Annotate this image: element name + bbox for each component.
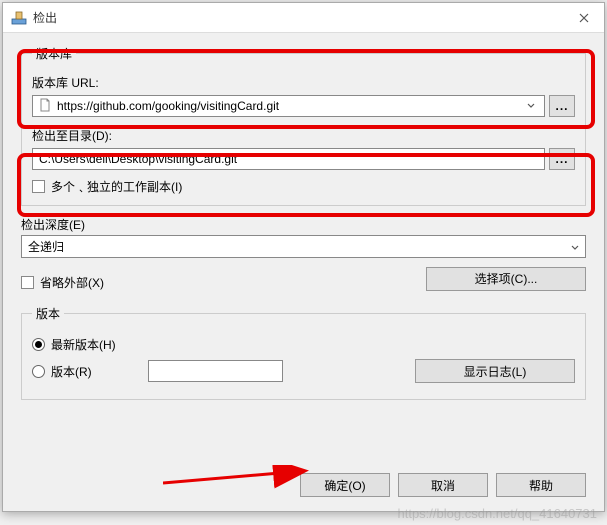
annotation-arrow-icon — [163, 465, 323, 489]
checkbox-icon — [21, 276, 34, 289]
chevron-down-icon — [571, 240, 579, 254]
radio-icon — [32, 365, 45, 378]
repository-legend: 版本库 — [32, 45, 76, 62]
chevron-down-icon[interactable] — [524, 101, 538, 112]
dialog-footer: 确定(O) 取消 帮助 — [300, 473, 586, 497]
revision-input[interactable] — [148, 360, 283, 382]
url-input[interactable] — [55, 98, 524, 114]
omit-externals-label: 省略外部(X) — [40, 274, 104, 291]
checkbox-icon — [32, 180, 45, 193]
revision-legend: 版本 — [32, 305, 64, 322]
url-label: 版本库 URL: — [32, 74, 575, 91]
document-icon — [39, 98, 51, 115]
url-combobox[interactable] — [32, 95, 545, 117]
titlebar[interactable]: 检出 — [3, 3, 604, 33]
depth-section: 检出深度(E) 全递归 省略外部(X) 选择项(C)... — [21, 216, 586, 291]
specific-revision-label: 版本(R) — [51, 363, 92, 380]
close-icon — [579, 10, 589, 26]
checkout-dialog: 检出 版本库 版本库 URL: ... — [2, 2, 605, 512]
choose-items-button[interactable]: 选择项(C)... — [426, 267, 586, 291]
radio-icon — [32, 338, 45, 351]
depth-label: 检出深度(E) — [21, 216, 586, 233]
title-text: 检出 — [33, 9, 564, 26]
head-revision-radio[interactable]: 最新版本(H) — [32, 336, 575, 353]
revision-group: 版本 最新版本(H) 版本(R) 显示日志(L) — [21, 305, 586, 400]
multiple-copies-label: 多个﹑独立的工作副本(I) — [51, 178, 182, 195]
url-browse-button[interactable]: ... — [549, 95, 575, 117]
multiple-copies-checkbox[interactable]: 多个﹑独立的工作副本(I) — [32, 178, 575, 195]
repository-group: 版本库 版本库 URL: ... 检出至目录(D): ... — [21, 45, 586, 206]
directory-input[interactable] — [32, 148, 545, 170]
cancel-button[interactable]: 取消 — [398, 473, 488, 497]
specific-revision-radio[interactable]: 版本(R) — [32, 360, 283, 382]
help-button[interactable]: 帮助 — [496, 473, 586, 497]
omit-externals-checkbox[interactable]: 省略外部(X) — [21, 274, 104, 291]
dialog-content: 版本库 版本库 URL: ... 检出至目录(D): ... — [3, 33, 604, 422]
head-revision-label: 最新版本(H) — [51, 336, 116, 353]
dir-label: 检出至目录(D): — [32, 127, 575, 144]
app-icon — [11, 10, 27, 26]
dir-browse-button[interactable]: ... — [549, 148, 575, 170]
depth-selected: 全递归 — [28, 238, 64, 255]
close-button[interactable] — [564, 3, 604, 33]
show-log-button[interactable]: 显示日志(L) — [415, 359, 575, 383]
ok-button[interactable]: 确定(O) — [300, 473, 390, 497]
depth-select[interactable]: 全递归 — [21, 235, 586, 258]
